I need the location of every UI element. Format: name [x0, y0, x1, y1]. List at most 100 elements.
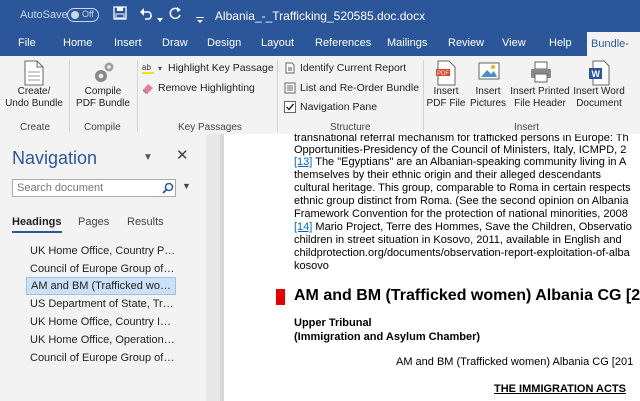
list-icon: [284, 82, 296, 94]
document-area[interactable]: transnational referral mechanism for tra…: [220, 134, 640, 401]
compile-pdf-bundle-button[interactable]: Compile PDF Bundle: [72, 60, 134, 110]
group-separator: [277, 60, 278, 132]
tab-draw[interactable]: Draw: [162, 37, 188, 49]
group-label-key-passages: Key Passages: [178, 122, 242, 133]
document-line: Opportunities-Presidency of the Council …: [294, 144, 627, 156]
heading-item[interactable]: US Department of State, Traffi...: [26, 295, 176, 313]
tab-mailings[interactable]: Mailings: [387, 37, 427, 49]
heading-item[interactable]: UK Home Office, Operational...: [26, 331, 176, 349]
tab-home[interactable]: Home: [63, 37, 92, 49]
pdf-file-icon: PDF: [435, 60, 457, 86]
identify-icon: [284, 62, 296, 74]
tab-view[interactable]: View: [502, 37, 526, 49]
tab-help[interactable]: Help: [549, 37, 572, 49]
heading-item[interactable]: Council of Europe Group of Ex...: [26, 260, 176, 278]
footnote-link-13[interactable]: [13]: [294, 156, 312, 168]
ribbon: Create/ Undo Bundle Create Compile PDF B…: [0, 56, 640, 135]
eraser-icon: [142, 82, 154, 94]
highlighter-icon: ab: [142, 62, 154, 75]
tab-review[interactable]: Review: [448, 37, 484, 49]
word-document-icon: W: [588, 60, 610, 86]
highlight-key-passage-button[interactable]: ab ▾ Highlight Key Passage: [142, 62, 274, 75]
tab-bundle-manager[interactable]: Bundle-Ma: [587, 32, 640, 74]
document-line: kosovo: [294, 260, 329, 272]
group-separator: [137, 60, 138, 132]
checkbox-checked-icon: [284, 101, 296, 114]
heading-item[interactable]: Council of Europe Group of Ex...: [26, 349, 176, 367]
remove-highlighting-button[interactable]: Remove Highlighting: [142, 82, 255, 94]
title-bar: AutoSave Off Albania_-_Trafficking_52058…: [0, 0, 640, 32]
highlight-key-passage-label: Highlight Key Passage: [168, 62, 274, 74]
document-line: [14] Mario Project, Terre des Hommes, Sa…: [294, 221, 632, 233]
document-line: ethnic group distinct from Roma. (See th…: [294, 195, 629, 207]
tribunal-name: Upper Tribunal: [294, 317, 372, 329]
group-label-insert: Insert: [514, 122, 540, 133]
tab-design[interactable]: Design: [207, 37, 241, 49]
document-line: transnational referral mechanism for tra…: [294, 134, 629, 144]
tab-file[interactable]: File: [18, 37, 36, 49]
search-options-dropdown-icon[interactable]: ▼: [182, 181, 191, 191]
document-icon: [23, 60, 45, 86]
document-line: Framework Convention for the protection …: [294, 208, 628, 220]
svg-text:PDF: PDF: [437, 71, 449, 77]
tab-pages[interactable]: Pages: [78, 216, 109, 228]
dropdown-arrow-icon: ▾: [158, 64, 163, 73]
heading-item[interactable]: UK Home Office, Country Info...: [26, 313, 176, 331]
insert-word-document-button[interactable]: W Insert Word Document: [570, 60, 628, 110]
document-heading: AM and BM (Trafficked women) Albania CG …: [294, 287, 640, 304]
identify-current-report-label: Identify Current Report: [300, 62, 407, 74]
document-line: children in street situation in Kosovo, …: [294, 234, 622, 246]
create-undo-bundle-label: Create/ Undo Bundle: [5, 86, 63, 109]
remove-highlighting-label: Remove Highlighting: [158, 82, 255, 94]
nav-pane-scrollbar[interactable]: [206, 134, 220, 401]
insert-printed-file-header-label: Insert Printed File Header: [510, 86, 570, 109]
footnote-link-14[interactable]: [14]: [294, 221, 312, 233]
document-line-text: Mario Project, Terre des Hommes, Save th…: [315, 221, 632, 233]
insert-printed-file-header-button[interactable]: Insert Printed File Header: [508, 60, 572, 110]
document-line: [13] The "Egyptians" are an Albanian-spe…: [294, 156, 626, 168]
tab-references[interactable]: References: [315, 37, 371, 49]
gears-icon: [92, 60, 114, 84]
case-citation: AM and BM (Trafficked women) Albania CG …: [396, 356, 634, 368]
tab-layout[interactable]: Layout: [261, 37, 294, 49]
insert-pdf-file-button[interactable]: PDF Insert PDF File: [424, 60, 468, 110]
page-edge: [220, 134, 224, 401]
tab-insert[interactable]: Insert: [114, 37, 142, 49]
group-label-compile: Compile: [84, 122, 121, 133]
list-reorder-bundle-label: List and Re-Order Bundle: [300, 82, 420, 94]
navigation-title: Navigation: [12, 148, 98, 168]
close-icon[interactable]: ✕: [176, 146, 189, 164]
create-undo-bundle-button[interactable]: Create/ Undo Bundle: [4, 60, 64, 110]
search-document-input[interactable]: [12, 179, 176, 197]
navigation-pane-label: Navigation Pane: [300, 101, 378, 113]
heading-item[interactable]: UK Home Office, Country Poli...: [26, 242, 176, 260]
search-icon[interactable]: [162, 182, 174, 197]
document-line-text: The "Egyptians" are an Albanian-speaking…: [315, 156, 627, 168]
tab-headings[interactable]: Headings: [12, 216, 62, 233]
navigation-pane: Navigation ▼ ✕ ▼ Headings Pages Results …: [0, 134, 207, 401]
document-line: themselves by their ethnic origin and th…: [294, 169, 601, 181]
heading-marker: [276, 289, 285, 305]
nav-options-dropdown-icon[interactable]: ▼: [143, 152, 153, 163]
insert-pictures-label: Insert Pictures: [469, 86, 507, 109]
insert-pictures-button[interactable]: Insert Pictures: [466, 60, 510, 110]
group-separator: [69, 60, 70, 132]
list-reorder-bundle-button[interactable]: List and Re-Order Bundle: [284, 82, 419, 94]
heading-item-selected[interactable]: AM and BM (Trafficked wome...: [26, 277, 176, 295]
document-line: cultural heritage. This group, comparabl…: [294, 182, 631, 194]
document-line: childprotection.org/documents/observatio…: [294, 247, 630, 259]
navigation-pane-checkbox[interactable]: Navigation Pane: [284, 101, 378, 114]
pictures-icon: [477, 60, 500, 84]
group-label-create: Create: [20, 122, 51, 133]
document-title: Albania_-_Trafficking_520585.doc.docx: [214, 9, 426, 23]
identify-current-report-button[interactable]: Identify Current Report: [284, 62, 406, 74]
ribbon-tabs: File Home Insert Draw Design Layout Refe…: [0, 32, 640, 74]
immigration-acts-heading: THE IMMIGRATION ACTS: [494, 383, 626, 395]
svg-text:ab: ab: [142, 63, 151, 72]
insert-pdf-file-label: Insert PDF File: [426, 86, 466, 109]
printer-icon: [529, 60, 551, 84]
compile-pdf-bundle-label: Compile PDF Bundle: [76, 86, 130, 109]
group-label-structure: Structure: [330, 122, 371, 133]
tab-results[interactable]: Results: [127, 216, 164, 228]
insert-word-document-label: Insert Word Document: [573, 86, 625, 109]
